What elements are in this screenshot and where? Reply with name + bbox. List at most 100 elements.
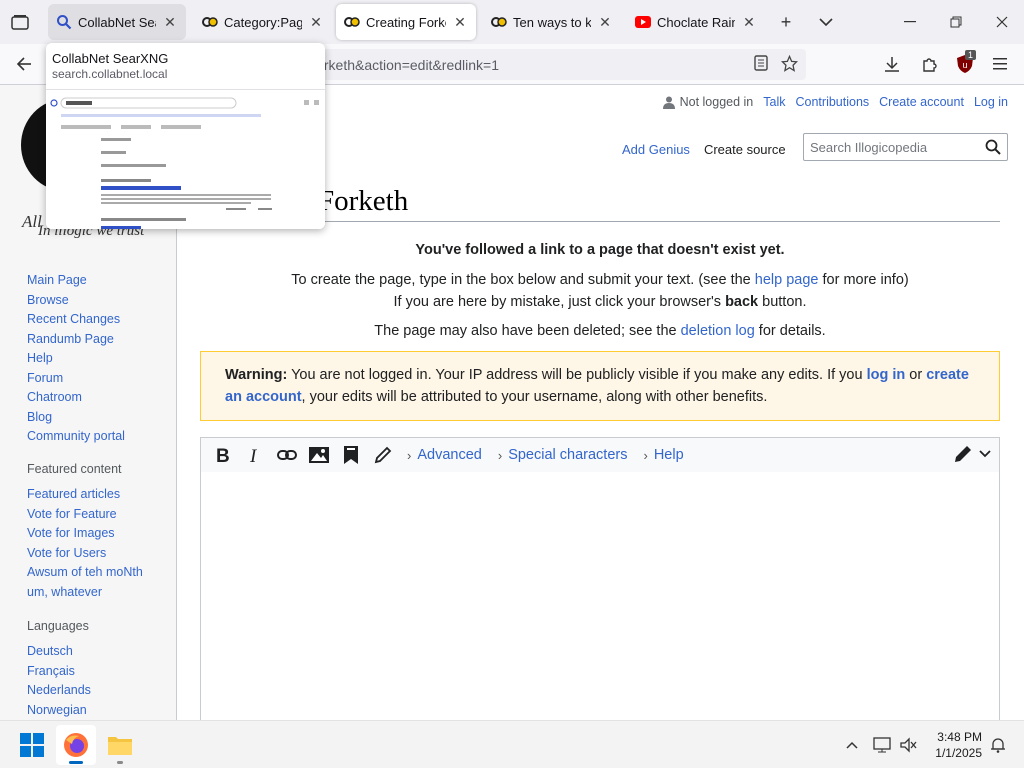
nav-awsum-of-teh-month[interactable]: Awsum of teh moNth <box>27 563 143 583</box>
nav-forum[interactable]: Forum <box>27 369 125 389</box>
lang-francais[interactable]: Français <box>27 662 91 682</box>
start-button[interactable] <box>12 725 52 765</box>
image-button[interactable] <box>303 439 335 471</box>
close-tab-icon[interactable]: ✕ <box>308 14 324 31</box>
lang-nederlands[interactable]: Nederlands <box>27 681 91 701</box>
italic-button[interactable]: I <box>239 439 271 471</box>
nav-featured-articles[interactable]: Featured articles <box>27 485 143 505</box>
wiki-search-input[interactable]: Search Illogicopedia <box>803 133 1008 161</box>
tab-title: CollabNet SearXNG <box>78 14 156 30</box>
close-tab-icon[interactable]: ✕ <box>741 14 757 31</box>
advanced-toggle[interactable]: › Advanced <box>407 447 482 463</box>
extension-badge: 1 <box>965 50 977 60</box>
featured-navigation: Featured articles Vote for Feature Vote … <box>27 485 143 602</box>
create-account-link[interactable]: Create account <box>879 95 964 109</box>
nav-browse[interactable]: Browse <box>27 291 125 311</box>
tab-creating-forketh[interactable]: Creating Forketh ✕ <box>336 4 476 40</box>
reader-view-icon[interactable] <box>754 55 768 74</box>
lang-norwegian[interactable]: Norwegian <box>27 701 91 721</box>
nav-vote-for-feature[interactable]: Vote for Feature <box>27 505 143 525</box>
special-characters-toggle[interactable]: › Special characters <box>498 447 628 463</box>
deletion-log-link[interactable]: deletion log <box>681 323 755 339</box>
show-hidden-icons-button[interactable] <box>840 721 864 769</box>
reference-button[interactable] <box>335 439 367 471</box>
special-characters-label: Special characters <box>508 447 628 463</box>
restore-button[interactable] <box>934 0 978 44</box>
user-icon <box>662 96 675 109</box>
talk-link[interactable]: Talk <box>763 95 785 109</box>
firefox-taskbar-button[interactable] <box>56 725 96 765</box>
pencil-icon <box>955 446 971 462</box>
windows-taskbar: 3:48 PM 1/1/2025 <box>0 720 1024 768</box>
tab-searxng[interactable]: CollabNet SearXNG ✕ <box>48 4 186 40</box>
system-clock[interactable]: 3:48 PM 1/1/2025 <box>926 729 982 761</box>
file-explorer-taskbar-button[interactable] <box>100 725 140 765</box>
close-window-button[interactable] <box>980 0 1024 44</box>
log-in-link[interactable]: Log in <box>974 95 1008 109</box>
nav-chatroom[interactable]: Chatroom <box>27 388 125 408</box>
wikitext-editor[interactable] <box>200 472 1000 732</box>
clock-date: 1/1/2025 <box>935 746 982 760</box>
nav-recent-changes[interactable]: Recent Changes <box>27 310 125 330</box>
hamburger-menu-icon <box>993 58 1007 70</box>
search-icon[interactable] <box>985 139 1001 158</box>
page-actions: Add Genius Create source <box>615 133 793 165</box>
ublock-extension-button[interactable]: u 1 <box>949 48 981 80</box>
network-tray-button[interactable] <box>870 721 894 769</box>
tab-hover-preview: CollabNet SearXNG search.collabnet.local <box>46 43 325 229</box>
bookmark-star-icon[interactable] <box>780 54 799 75</box>
chevron-down-icon <box>819 18 833 26</box>
tab-ten-ways[interactable]: Ten ways to kill ✕ <box>483 4 621 40</box>
bold-icon: B <box>216 446 230 464</box>
close-tab-icon[interactable]: ✕ <box>597 14 613 31</box>
svg-text:I: I <box>249 446 258 464</box>
nav-vote-for-images[interactable]: Vote for Images <box>27 524 143 544</box>
signature-button[interactable] <box>367 439 399 471</box>
help-page-link[interactable]: help page <box>755 272 819 288</box>
page-title: Forketh <box>318 185 409 217</box>
tab-category-pages[interactable]: Category:Pages ✕ <box>194 4 332 40</box>
nav-blog[interactable]: Blog <box>27 408 125 428</box>
nav-help[interactable]: Help <box>27 349 125 369</box>
not-logged-in-label: Not logged in <box>679 95 754 109</box>
featured-heading: Featured content <box>27 462 122 476</box>
list-all-tabs-button[interactable] <box>806 0 846 44</box>
notice-back-word: back <box>725 294 759 310</box>
back-button[interactable] <box>8 48 40 80</box>
link-button[interactable] <box>271 439 303 471</box>
editing-mode-dropdown[interactable] <box>953 444 991 464</box>
minimize-button[interactable] <box>888 0 932 44</box>
help-toggle[interactable]: › Help <box>643 447 683 463</box>
tab-create-source[interactable]: Create source <box>697 133 793 165</box>
notifications-button[interactable] <box>986 721 1010 769</box>
new-tab-button[interactable]: + <box>766 0 806 44</box>
bold-button[interactable]: B <box>207 439 239 471</box>
chevron-right-icon: › <box>643 447 648 463</box>
app-menu-button[interactable] <box>984 48 1016 80</box>
nav-awsum-of-teh-month-cont[interactable]: um, whatever <box>27 583 143 603</box>
volume-tray-button[interactable] <box>896 721 920 769</box>
close-tab-icon[interactable]: ✕ <box>452 14 468 31</box>
pencil-icon <box>374 446 392 464</box>
downloads-button[interactable] <box>876 48 908 80</box>
tab-choclate-rain[interactable]: Choclate Rain 2 ✕ <box>627 4 765 40</box>
tab-add-genius[interactable]: Add Genius <box>615 133 697 165</box>
lang-deutsch[interactable]: Deutsch <box>27 642 91 662</box>
extensions-button[interactable] <box>913 48 945 80</box>
chevron-right-icon: › <box>497 447 503 463</box>
nav-randumb-page[interactable]: Randumb Page <box>27 330 125 350</box>
contributions-link[interactable]: Contributions <box>796 95 870 109</box>
tab-bar: CollabNet SearXNG ✕ Category:Pages ✕ Cre… <box>0 0 1024 44</box>
running-indicator <box>117 761 123 764</box>
preview-thumbnail <box>46 89 325 229</box>
chevron-down-icon <box>979 450 991 458</box>
warning-log-in-link[interactable]: log in <box>867 367 906 383</box>
notice-text: To create the page, type in the box belo… <box>291 272 755 288</box>
nav-vote-for-users[interactable]: Vote for Users <box>27 544 143 564</box>
close-tab-icon[interactable]: ✕ <box>162 14 178 31</box>
warning-label: Warning: <box>225 367 288 383</box>
nav-community-portal[interactable]: Community portal <box>27 427 125 447</box>
nav-main-page[interactable]: Main Page <box>27 271 125 291</box>
tab-overview-button[interactable] <box>0 0 40 44</box>
language-links: Deutsch Français Nederlands Norwegian <box>27 642 91 720</box>
